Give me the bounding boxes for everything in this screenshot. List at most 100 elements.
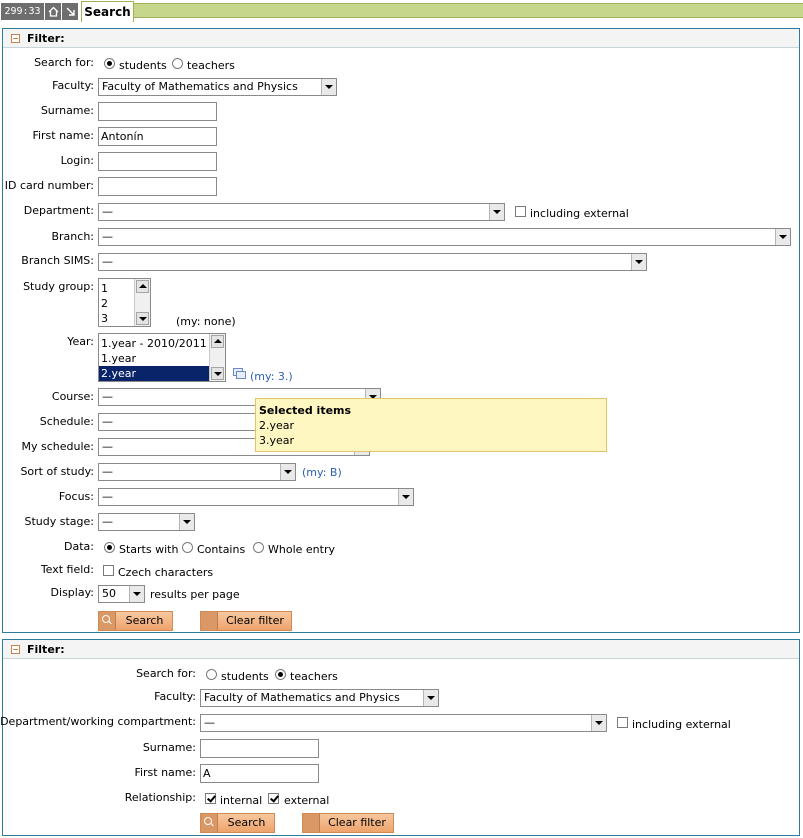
scroll-up-icon[interactable]: [136, 280, 149, 293]
sort-of-study-value: —: [102, 465, 113, 478]
radio-starts-with[interactable]: [104, 542, 115, 553]
multi-select-icon[interactable]: [233, 368, 247, 380]
search-for-label: Search for:: [136, 667, 196, 680]
panel-title: Filter:: [27, 643, 65, 656]
czech-characters-checkbox[interactable]: [103, 565, 114, 576]
department-label: Department/working compartment:: [0, 715, 196, 728]
department-value: —: [204, 716, 215, 729]
list-item[interactable]: 1.year - 2010/2011: [99, 336, 225, 351]
panel-title: Filter:: [27, 32, 65, 45]
arrow-down-right-icon[interactable]: [62, 3, 78, 20]
chevron-down-icon: [591, 715, 606, 731]
radio-contains[interactable]: [182, 542, 193, 553]
login-input[interactable]: [98, 152, 217, 171]
id-card-input[interactable]: [98, 177, 217, 196]
first-name-input[interactable]: Antonín: [98, 127, 217, 146]
collapse-icon[interactable]: [11, 645, 20, 654]
course-value: —: [102, 390, 113, 403]
focus-select[interactable]: —: [98, 488, 414, 506]
id-card-label: ID card number:: [4, 179, 94, 192]
first-name-label: First name:: [32, 129, 94, 142]
panel-header: Filter:: [3, 640, 799, 659]
sort-of-study-my[interactable]: (my: B): [302, 466, 342, 480]
including-external-checkbox[interactable]: [515, 206, 526, 217]
top-bar: 299:33 Search: [0, 0, 803, 22]
scroll-down-icon[interactable]: [211, 367, 224, 380]
sort-of-study-label: Sort of study:: [20, 465, 94, 478]
scroll-up-icon[interactable]: [211, 335, 224, 348]
first-name-input[interactable]: A: [200, 764, 319, 783]
radio-students[interactable]: [104, 58, 115, 69]
external-checkbox[interactable]: [268, 793, 279, 804]
study-stage-value: —: [102, 515, 113, 528]
results-per-page-value: 50: [102, 587, 116, 600]
login-label: Login:: [60, 154, 94, 167]
faculty-value: Faculty of Mathematics and Physics: [204, 691, 400, 704]
chevron-down-icon: [280, 464, 295, 480]
list-item-selected[interactable]: 2.year: [99, 366, 225, 381]
list-item[interactable]: 1.year: [99, 351, 225, 366]
clear-icon: [303, 814, 320, 832]
radio-starts-with-label: Starts with: [119, 543, 179, 556]
scroll-down-icon[interactable]: [136, 312, 149, 325]
my-schedule-value: —: [102, 440, 113, 453]
collapse-icon[interactable]: [11, 34, 20, 43]
external-label: external: [284, 794, 330, 807]
branch-sims-select[interactable]: —: [98, 253, 647, 271]
surname-label: Surname:: [40, 104, 94, 117]
tooltip-item: 3.year: [259, 434, 295, 447]
radio-teachers[interactable]: [172, 58, 183, 69]
branch-sims-value: —: [102, 255, 113, 268]
department-select[interactable]: —: [200, 714, 607, 732]
search-icon: [201, 814, 218, 832]
surname-input[interactable]: [200, 739, 319, 758]
home-icon[interactable]: [45, 3, 61, 20]
branch-select[interactable]: —: [98, 228, 791, 246]
department-select[interactable]: —: [98, 203, 505, 221]
chevron-down-icon: [398, 489, 413, 505]
my-schedule-label: My schedule:: [21, 440, 95, 453]
chevron-down-icon: [321, 79, 336, 95]
internal-label: internal: [220, 794, 263, 807]
search-button-label: Search: [227, 816, 266, 829]
radio-whole-entry[interactable]: [253, 542, 264, 553]
results-per-page-label: results per page: [150, 588, 240, 601]
tooltip-title: Selected items: [259, 404, 352, 417]
radio-teachers-label: teachers: [290, 670, 338, 683]
surname-label: Surname:: [142, 741, 196, 754]
faculty-select[interactable]: Faculty of Mathematics and Physics: [98, 78, 337, 96]
chevron-down-icon: [489, 204, 504, 220]
course-label: Course:: [51, 390, 94, 403]
results-per-page-select[interactable]: 50: [98, 585, 145, 603]
radio-students[interactable]: [206, 669, 217, 680]
search-for-label: Search for:: [34, 56, 94, 69]
study-stage-select[interactable]: —: [98, 513, 195, 531]
faculty-label: Faculty:: [154, 690, 196, 703]
clear-filter-button[interactable]: Clear filter: [200, 611, 292, 631]
focus-label: Focus:: [58, 490, 94, 503]
surname-input[interactable]: [98, 102, 217, 121]
sort-of-study-select[interactable]: —: [98, 463, 296, 481]
search-button[interactable]: Search: [98, 611, 173, 631]
study-group-listbox[interactable]: 1 2 3: [98, 278, 151, 327]
scrollbar[interactable]: [134, 279, 150, 326]
top-bar-strip: [134, 3, 803, 18]
faculty-select[interactable]: Faculty of Mathematics and Physics: [200, 689, 439, 707]
scrollbar[interactable]: [209, 334, 225, 381]
search-button[interactable]: Search: [200, 813, 275, 833]
radio-teachers[interactable]: [275, 669, 286, 680]
clear-filter-button[interactable]: Clear filter: [302, 813, 394, 833]
including-external-checkbox[interactable]: [617, 717, 628, 728]
study-group-my: (my: none): [176, 315, 236, 328]
faculty-label: Faculty:: [52, 79, 94, 92]
tab-search[interactable]: Search: [81, 1, 134, 22]
search-button-label: Search: [125, 614, 164, 627]
study-group-label: Study group:: [23, 280, 94, 293]
chevron-down-icon: [631, 254, 646, 270]
year-my[interactable]: (my: 3.): [250, 370, 293, 384]
year-listbox[interactable]: 1.year - 2010/2011 1.year 2.year: [98, 333, 226, 382]
data-label: Data:: [64, 540, 94, 553]
clear-filter-label: Clear filter: [328, 816, 386, 829]
branch-label: Branch:: [51, 230, 94, 243]
internal-checkbox[interactable]: [205, 793, 216, 804]
